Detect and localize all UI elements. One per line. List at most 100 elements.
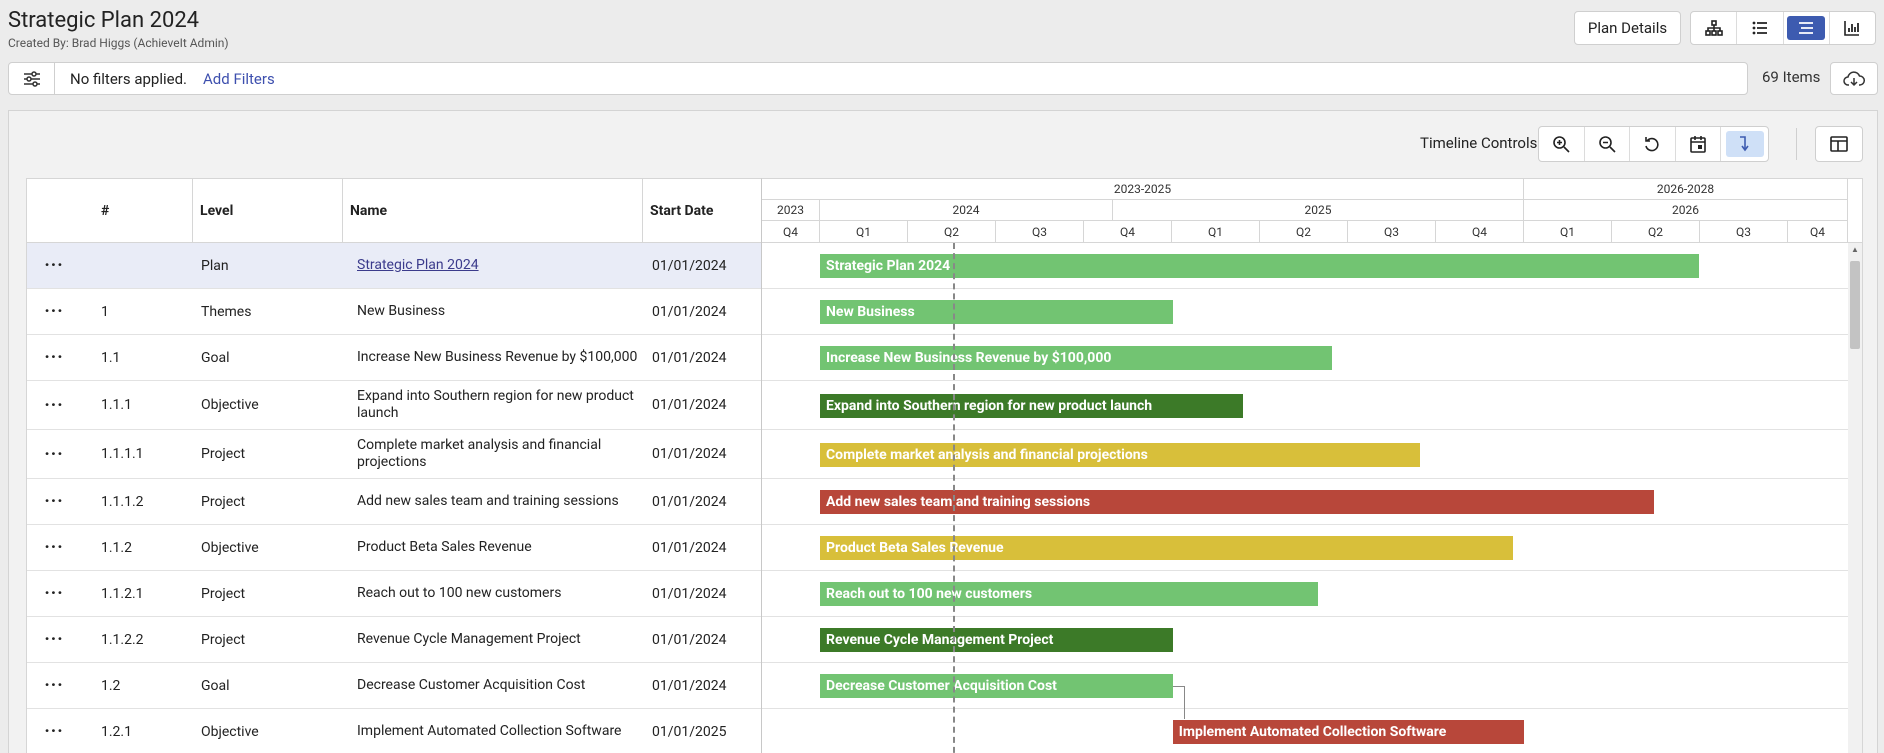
row-level: Project bbox=[201, 446, 246, 462]
row-name: Expand into Southern region for new prod… bbox=[357, 388, 634, 421]
gantt-quarter-header: Q4 bbox=[762, 221, 820, 242]
zoom-out-button[interactable] bbox=[1585, 127, 1631, 161]
row-actions-button[interactable]: ··· bbox=[27, 335, 81, 380]
row-start-date: 01/01/2024 bbox=[652, 539, 727, 556]
gantt-bar[interactable]: New Business bbox=[820, 300, 1173, 324]
gantt-year-header: 2024 bbox=[820, 200, 1113, 221]
gantt-row-divider bbox=[762, 662, 1848, 663]
row-number: 1.1.2.2 bbox=[101, 631, 144, 648]
row-name: Increase New Business Revenue by $100,00… bbox=[357, 349, 638, 365]
table-row[interactable]: ··· 1.1.2 Objective Product Beta Sales Reve… bbox=[27, 525, 763, 571]
column-header-name[interactable]: Name bbox=[343, 179, 643, 243]
row-level: Objective bbox=[201, 723, 259, 740]
plan-details-button[interactable]: Plan Details bbox=[1574, 11, 1681, 45]
row-actions-button[interactable]: ··· bbox=[27, 243, 81, 288]
column-header-start-date[interactable]: Start Date bbox=[643, 179, 763, 243]
timeline-controls-label: Timeline Controls bbox=[1420, 134, 1538, 152]
zoom-out-icon bbox=[1599, 136, 1616, 153]
row-actions-button[interactable]: ··· bbox=[27, 709, 81, 753]
gantt-bar[interactable]: Expand into Southern region for new prod… bbox=[820, 393, 1244, 418]
row-number: 1.1.1.1 bbox=[101, 446, 144, 462]
row-actions-button[interactable]: ··· bbox=[27, 430, 81, 478]
sliders-icon bbox=[23, 70, 40, 87]
table-row[interactable]: ··· 1.1.2.1 Project Reach out to 100 new cu… bbox=[27, 571, 763, 617]
gantt-quarter-header: Q2 bbox=[908, 221, 996, 242]
row-actions-button[interactable]: ··· bbox=[27, 381, 81, 429]
filter-settings-button[interactable] bbox=[9, 63, 55, 94]
table-row[interactable]: ··· 1.2 Goal Decrease Customer Acquisition … bbox=[27, 663, 763, 709]
row-start-date: 01/01/2024 bbox=[652, 397, 727, 413]
gantt-bar[interactable]: Increase New Business Revenue by $100,00… bbox=[820, 346, 1332, 370]
gantt-quarter-header: Q1 bbox=[820, 221, 908, 242]
gantt-bar[interactable]: Reach out to 100 new customers bbox=[820, 582, 1319, 606]
gantt-year-header: 2026 bbox=[1524, 200, 1848, 221]
table-row[interactable]: ··· 1.1.1 Objective Expand into Southern re… bbox=[27, 381, 763, 430]
gantt-bar[interactable]: Complete market analysis and financial p… bbox=[820, 442, 1421, 467]
gantt-scroll-thumb[interactable] bbox=[1850, 261, 1860, 349]
row-actions-button[interactable]: ··· bbox=[27, 289, 81, 334]
scroll-up-icon[interactable]: ▲ bbox=[1848, 245, 1862, 257]
gantt-row-divider bbox=[762, 334, 1848, 335]
table-row[interactable]: ··· 1.1.2.2 Project Revenue Cycle Managemen… bbox=[27, 617, 763, 663]
row-level: Project bbox=[201, 493, 246, 510]
row-level: Themes bbox=[201, 303, 252, 320]
table-row[interactable]: ··· 1.1.1.1 Project Complete market analysi… bbox=[27, 430, 763, 479]
filter-bar: No filters applied. Add Filters bbox=[8, 62, 1748, 95]
column-header-number[interactable]: # bbox=[27, 179, 193, 243]
gantt-bar[interactable]: Implement Automated Collection Software bbox=[1172, 720, 1525, 744]
row-name: New Business bbox=[357, 303, 446, 319]
table-row[interactable]: ··· 1 Themes New Business 01/01/2024 bbox=[27, 289, 763, 335]
gantt-quarter-header: Q4 bbox=[1436, 221, 1524, 242]
hierarchy-view-button[interactable] bbox=[1691, 12, 1738, 44]
gantt-bar[interactable]: Revenue Cycle Management Project bbox=[820, 628, 1173, 652]
table-row[interactable]: ··· 1.1 Goal Increase New Business Revenue … bbox=[27, 335, 763, 381]
row-actions-button[interactable]: ··· bbox=[27, 663, 81, 708]
row-start-date: 01/01/2025 bbox=[652, 723, 727, 740]
table-header: # Level Name Start Date bbox=[27, 179, 763, 243]
gantt-bar[interactable]: Add new sales team and training sessions bbox=[820, 490, 1654, 514]
gantt-view-button[interactable] bbox=[1784, 12, 1830, 44]
row-actions-button[interactable]: ··· bbox=[27, 479, 81, 524]
gantt-bar[interactable]: Product Beta Sales Revenue bbox=[820, 536, 1513, 560]
gantt-row-divider bbox=[762, 380, 1848, 381]
row-start-date: 01/01/2024 bbox=[652, 257, 727, 274]
gantt-group-header: 2026-2028 bbox=[1524, 179, 1848, 200]
row-level: Objective bbox=[201, 397, 259, 413]
view-switcher bbox=[1690, 11, 1876, 45]
table-row[interactable]: ··· 1.1.1.2 Project Add new sales team and … bbox=[27, 479, 763, 525]
gantt-quarter-header: Q2 bbox=[1260, 221, 1348, 242]
table-row[interactable]: ··· 1.2.1 Objective Implement Automated Col… bbox=[27, 709, 763, 753]
table-row[interactable]: ··· Plan Strategic Plan 2024 01/01/2024 bbox=[27, 243, 763, 289]
gantt-quarter-header: Q2 bbox=[1612, 221, 1700, 242]
gantt-row-divider bbox=[762, 570, 1848, 571]
calendar-button[interactable] bbox=[1676, 127, 1722, 161]
gantt-row-divider bbox=[762, 429, 1848, 430]
chart-view-button[interactable] bbox=[1830, 12, 1875, 44]
row-start-date: 01/01/2024 bbox=[652, 585, 727, 602]
gantt-chart: 2023-2025 2026-2028 2023 2024 2025 2026 Q4 Q… bbox=[761, 178, 1863, 753]
row-name: Reach out to 100 new customers bbox=[357, 585, 562, 601]
list-view-button[interactable] bbox=[1737, 12, 1784, 44]
plan-name-link[interactable]: Strategic Plan 2024 bbox=[357, 257, 479, 274]
layout-button[interactable] bbox=[1815, 126, 1863, 162]
row-level: Objective bbox=[201, 539, 259, 556]
column-header-level[interactable]: Level bbox=[193, 179, 343, 243]
zoom-in-icon bbox=[1553, 136, 1570, 153]
gantt-bar[interactable]: Strategic Plan 2024 bbox=[820, 254, 1699, 278]
gantt-bar[interactable]: Decrease Customer Acquisition Cost bbox=[820, 674, 1173, 698]
items-count: 69 Items bbox=[1762, 68, 1821, 86]
add-filters-link[interactable]: Add Filters bbox=[203, 70, 275, 88]
row-actions-button[interactable]: ··· bbox=[27, 571, 81, 616]
hierarchy-icon bbox=[1704, 20, 1723, 36]
calendar-icon bbox=[1690, 136, 1706, 153]
row-number: 1.2 bbox=[101, 677, 121, 694]
download-button[interactable] bbox=[1830, 62, 1878, 95]
gantt-icon bbox=[1799, 22, 1814, 34]
zoom-in-button[interactable] bbox=[1539, 127, 1585, 161]
row-start-date: 01/01/2024 bbox=[652, 677, 727, 694]
columns-layout-icon bbox=[1830, 136, 1848, 152]
row-actions-button[interactable]: ··· bbox=[27, 525, 81, 570]
row-actions-button[interactable]: ··· bbox=[27, 617, 81, 662]
reset-button[interactable] bbox=[1630, 127, 1676, 161]
dependencies-toggle[interactable] bbox=[1721, 127, 1768, 161]
